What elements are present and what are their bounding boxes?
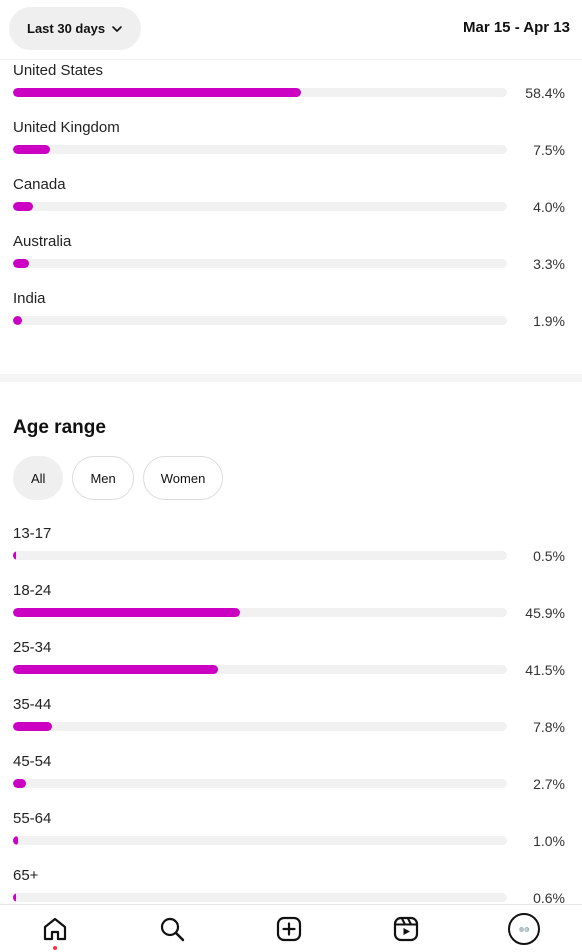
country-row: United States 58.4% — [13, 62, 568, 119]
age-label: 45-54 — [13, 753, 52, 770]
percentage-value: 1.9% — [533, 313, 565, 329]
nav-home[interactable] — [39, 913, 71, 945]
country-row: United Kingdom 7.5% — [13, 119, 568, 176]
bar-track — [13, 836, 507, 845]
bar-track — [13, 202, 507, 211]
bar-track — [13, 779, 507, 788]
percentage-value: 7.5% — [533, 142, 565, 158]
age-row: 35-44 7.8% — [13, 696, 568, 753]
age-row: 45-54 2.7% — [13, 753, 568, 810]
notification-dot — [53, 946, 57, 950]
bar-fill — [13, 722, 52, 731]
bar-fill — [13, 145, 51, 154]
bar-fill — [13, 316, 23, 325]
bar-fill — [13, 259, 30, 268]
home-icon — [43, 917, 67, 941]
age-label: 13-17 — [13, 525, 52, 542]
bar-track — [13, 259, 507, 268]
percentage-value: 7.8% — [533, 719, 565, 735]
age-label: 35-44 — [13, 696, 52, 713]
bar-track — [13, 145, 507, 154]
date-range-dropdown-label: Last 30 days — [27, 21, 106, 36]
bar-fill — [13, 779, 27, 788]
age-label: 65+ — [13, 867, 39, 884]
top-bar: Last 30 days Mar 15 - Apr 13 — [0, 0, 582, 60]
bar-fill — [13, 551, 16, 560]
chevron-down-icon — [112, 25, 122, 32]
nav-create[interactable] — [273, 913, 305, 945]
bar-fill — [13, 665, 218, 674]
filter-chip-all[interactable]: All — [13, 456, 64, 500]
bar-track — [13, 893, 507, 902]
age-label: 18-24 — [13, 582, 52, 599]
bottom-navigation: ◍◍ — [0, 904, 582, 952]
age-row: 13-17 0.5% — [13, 525, 568, 582]
gender-filter-chips: All Men Women — [13, 456, 224, 500]
percentage-value: 58.4% — [525, 85, 565, 101]
profile-avatar[interactable]: ◍◍ — [508, 913, 540, 945]
percentage-value: 41.5% — [525, 662, 565, 678]
bar-track — [13, 608, 507, 617]
nav-reels[interactable] — [390, 913, 422, 945]
bar-track — [13, 722, 507, 731]
country-row: India 1.9% — [13, 290, 568, 347]
section-divider — [0, 374, 582, 382]
search-icon — [160, 917, 185, 942]
filter-chip-women[interactable]: Women — [142, 456, 224, 500]
create-icon — [276, 916, 302, 942]
bar-fill — [13, 88, 302, 97]
bar-fill — [13, 608, 240, 617]
country-label: United Kingdom — [13, 119, 120, 136]
percentage-value: 3.3% — [533, 256, 565, 272]
age-row: 25-34 41.5% — [13, 639, 568, 696]
country-label: United States — [13, 62, 104, 79]
age-label: 25-34 — [13, 639, 52, 656]
percentage-value: 1.0% — [533, 833, 565, 849]
bar-track — [13, 665, 507, 674]
bar-track — [13, 551, 507, 560]
filter-chip-men[interactable]: Men — [72, 456, 134, 500]
nav-search[interactable] — [156, 913, 188, 945]
date-range-text: Mar 15 - Apr 13 — [463, 19, 570, 36]
percentage-value: 45.9% — [525, 605, 565, 621]
percentage-value: 4.0% — [533, 199, 565, 215]
bar-fill — [13, 836, 18, 845]
country-row: Canada 4.0% — [13, 176, 568, 233]
country-label: Australia — [13, 233, 72, 250]
age-row: 55-64 1.0% — [13, 810, 568, 867]
age-range-title: Age range — [13, 417, 106, 438]
bar-fill — [13, 202, 33, 211]
country-label: India — [13, 290, 46, 307]
country-row: Australia 3.3% — [13, 233, 568, 290]
date-range-dropdown[interactable]: Last 30 days — [9, 7, 142, 50]
age-label: 55-64 — [13, 810, 52, 827]
bar-track — [13, 316, 507, 325]
reels-icon — [393, 916, 419, 942]
percentage-value: 2.7% — [533, 776, 565, 792]
avatar-image: ◍◍ — [518, 925, 530, 933]
bar-fill — [13, 893, 16, 902]
country-label: Canada — [13, 176, 66, 193]
percentage-value: 0.5% — [533, 548, 565, 564]
age-row: 18-24 45.9% — [13, 582, 568, 639]
bar-track — [13, 88, 507, 97]
